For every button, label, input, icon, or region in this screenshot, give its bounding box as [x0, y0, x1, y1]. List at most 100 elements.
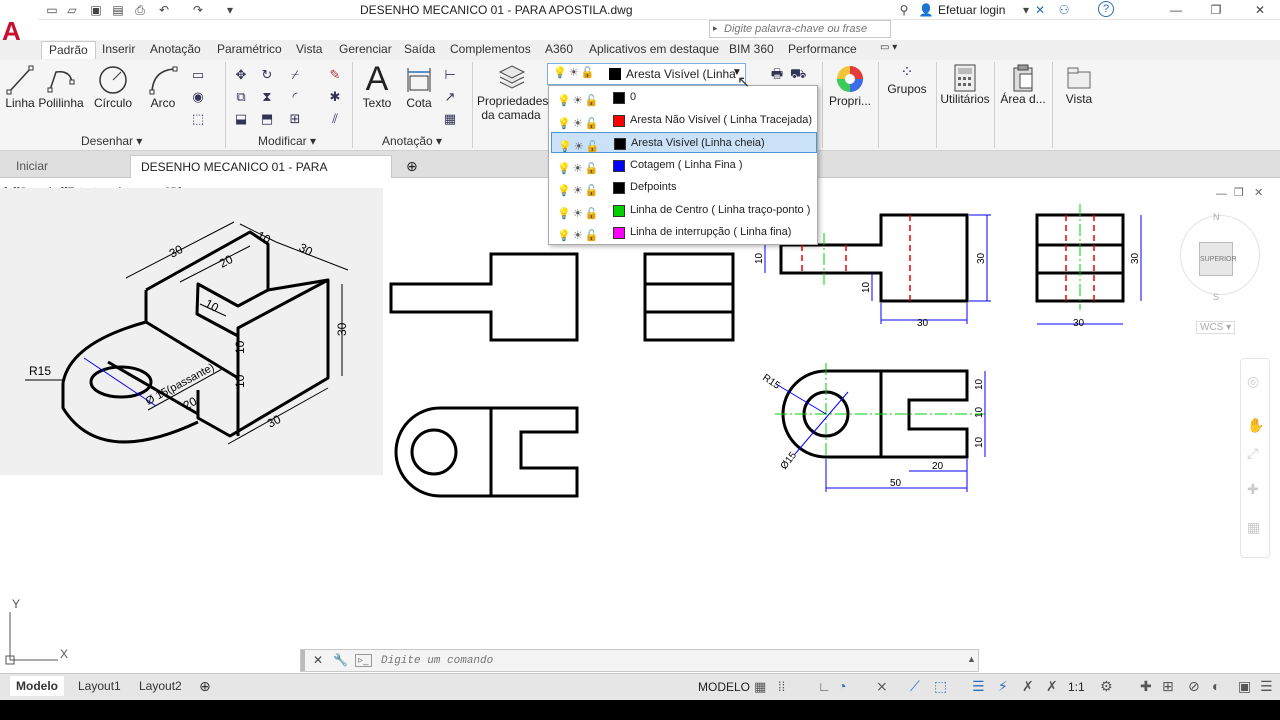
tab-padrao[interactable]: Padrão: [41, 41, 96, 59]
units-icon[interactable]: ⊞: [1162, 678, 1174, 695]
compass-north[interactable]: N: [1213, 212, 1220, 222]
drawing-tab[interactable]: DESENHO MECANICO 01 - PARA APOSTILA* ✕: [130, 155, 392, 197]
hardware-accel-icon[interactable]: ◐: [1212, 678, 1220, 694]
erase-icon[interactable]: ✎: [327, 67, 343, 83]
compass-south[interactable]: S: [1213, 292, 1219, 302]
mirror-icon[interactable]: ⧗: [259, 89, 275, 105]
orbit-icon[interactable]: ✚: [1247, 481, 1259, 498]
save-as-icon[interactable]: ▤: [110, 3, 126, 17]
pan-icon[interactable]: ✋: [1247, 417, 1264, 434]
tab-parametrico[interactable]: Paramétrico: [217, 42, 282, 56]
polyline-tool-button[interactable]: Polilinha: [38, 64, 84, 110]
table-icon[interactable]: ▦: [442, 111, 458, 127]
a360-icon[interactable]: ⚇: [1056, 3, 1072, 17]
login-link[interactable]: Efetuar login: [938, 3, 1005, 17]
start-tab[interactable]: Iniciar: [6, 155, 58, 178]
leader-icon[interactable]: ↗: [442, 89, 458, 105]
viewport-minimize-icon[interactable]: —: [1216, 188, 1227, 200]
layer-state-icon[interactable]: ⛟: [790, 66, 806, 82]
tab-aplicativos[interactable]: Aplicativos em destaque: [589, 42, 719, 56]
layer-item[interactable]: 💡☀🔓 Linha de interrupção ( Linha fina): [551, 222, 817, 243]
move-icon[interactable]: ✥: [233, 67, 249, 83]
cmd-prompt-icon[interactable]: ▹_: [355, 654, 372, 667]
search-box[interactable]: ▸: [709, 20, 891, 38]
model-space-toggle[interactable]: MODELO: [698, 680, 750, 694]
lineweight-icon[interactable]: ☰: [972, 678, 985, 695]
annotation-visibility-icon[interactable]: ✗: [1022, 678, 1034, 695]
restore-icon[interactable]: ❐: [1208, 3, 1224, 17]
tab-bim360[interactable]: BIM 360: [729, 42, 774, 56]
wcs-menu[interactable]: WCS ▾: [1196, 321, 1236, 334]
tab-complementos[interactable]: Complementos: [450, 42, 531, 56]
cmd-history-icon[interactable]: ▲: [967, 654, 976, 664]
print-icon[interactable]: ⎙: [132, 3, 148, 17]
grid-icon[interactable]: ▦: [754, 679, 766, 695]
close-window-icon[interactable]: ✕: [1252, 3, 1268, 17]
arc-tool-button[interactable]: Arco: [143, 64, 183, 110]
layer-item-selected[interactable]: 💡☀🔓 Aresta Visível (Linha cheia): [551, 132, 817, 153]
section-modificar[interactable]: Modificar ▾: [258, 134, 316, 148]
ortho-icon[interactable]: ∟: [818, 679, 831, 694]
search-input[interactable]: [724, 21, 884, 37]
section-desenhar[interactable]: Desenhar ▾: [81, 134, 142, 148]
section-anotacao[interactable]: Anotação ▾: [382, 134, 442, 148]
match-layer-icon[interactable]: 🖶: [766, 66, 788, 82]
undo-icon[interactable]: ↶: [156, 3, 172, 17]
steering-wheel-icon[interactable]: ◎: [1247, 373, 1259, 390]
rotate-icon[interactable]: ↻: [259, 67, 275, 83]
clean-screen-icon[interactable]: ▣: [1238, 678, 1251, 695]
copy-icon[interactable]: ⧉: [233, 89, 249, 105]
exchange-icon[interactable]: ✕: [1032, 3, 1048, 17]
hatch-icon[interactable]: ⬚: [190, 111, 206, 127]
layer-item[interactable]: 💡☀🔓 Defpoints: [551, 177, 817, 198]
text-tool-button[interactable]: A Texto: [360, 62, 394, 110]
line-tool-button[interactable]: Linha: [3, 64, 37, 110]
add-layout-icon[interactable]: ⊕: [193, 676, 217, 696]
scale-icon[interactable]: ⬒: [259, 111, 275, 127]
trim-icon[interactable]: ⌿: [287, 67, 303, 83]
cmd-customize-icon[interactable]: 🔧: [333, 653, 348, 667]
auto-scale-icon[interactable]: ✗: [1046, 678, 1058, 695]
utilities-button[interactable]: Utilitários: [938, 64, 992, 106]
showmotion-icon[interactable]: ▦: [1247, 519, 1260, 536]
layer-dropdown[interactable]: 💡☀🔓 Aresta Visível (Linha ▼: [547, 63, 746, 85]
redo-icon[interactable]: ↷: [190, 3, 206, 17]
array-icon[interactable]: ⊞: [287, 111, 303, 127]
qat-dropdown-icon[interactable]: ▾: [222, 3, 238, 17]
layout-tab-layout2[interactable]: Layout2: [133, 676, 188, 696]
snap-icon[interactable]: ⁞⁞: [778, 679, 785, 694]
view-button[interactable]: Vista: [1058, 64, 1100, 106]
tab-inserir[interactable]: Inserir: [102, 42, 135, 56]
customize-status-icon[interactable]: ☰: [1260, 678, 1273, 695]
object-snap-tracking-icon[interactable]: ⬚: [934, 678, 947, 695]
annotation-monitor-icon[interactable]: ✚: [1140, 678, 1152, 695]
layer-properties-button[interactable]: Propriedades da camada: [477, 64, 548, 122]
layout-tab-layout1[interactable]: Layout1: [72, 676, 127, 696]
layout-tab-model[interactable]: Modelo: [10, 676, 64, 696]
zoom-extents-icon[interactable]: ⤢: [1247, 445, 1258, 462]
binoculars-icon[interactable]: ⚲: [896, 3, 912, 17]
layer-item[interactable]: 💡☀🔓 Cotagem ( Linha Fina ): [551, 155, 817, 176]
osnap-icon[interactable]: ⨯: [876, 678, 888, 695]
layer-item[interactable]: 💡☀🔓 0: [551, 87, 817, 108]
isodraft-icon[interactable]: ⟋: [910, 678, 920, 695]
transparency-icon[interactable]: ⚡: [998, 678, 1008, 695]
tab-performance[interactable]: Performance: [788, 42, 857, 56]
minimize-icon[interactable]: —: [1168, 3, 1184, 17]
tab-anotacao[interactable]: Anotação: [150, 42, 201, 56]
view-cube[interactable]: SUPERIOR N S WCS ▾: [1180, 212, 1260, 334]
properties-button[interactable]: Propri...: [826, 64, 874, 108]
layer-item[interactable]: 💡☀🔓 Linha de Centro ( Linha traço-ponto …: [551, 200, 817, 221]
circle-tool-button[interactable]: Círculo: [92, 64, 134, 110]
save-icon[interactable]: ▣: [88, 3, 104, 17]
help-icon[interactable]: ?: [1098, 1, 1114, 17]
tab-vista[interactable]: Vista: [296, 42, 322, 56]
viewport-restore-icon[interactable]: ❐: [1234, 186, 1244, 199]
viewport-close-icon[interactable]: ✕: [1254, 186, 1263, 199]
cube-face-top[interactable]: SUPERIOR: [1199, 242, 1237, 276]
annotation-scale[interactable]: 1:1: [1068, 680, 1085, 694]
workspace-gear-icon[interactable]: ⚙: [1100, 678, 1113, 695]
linear-dim-icon[interactable]: ⊢: [442, 67, 458, 83]
ribbon-minimize-icon[interactable]: ▭ ▾: [880, 42, 897, 53]
fillet-icon[interactable]: ◜: [287, 89, 303, 105]
